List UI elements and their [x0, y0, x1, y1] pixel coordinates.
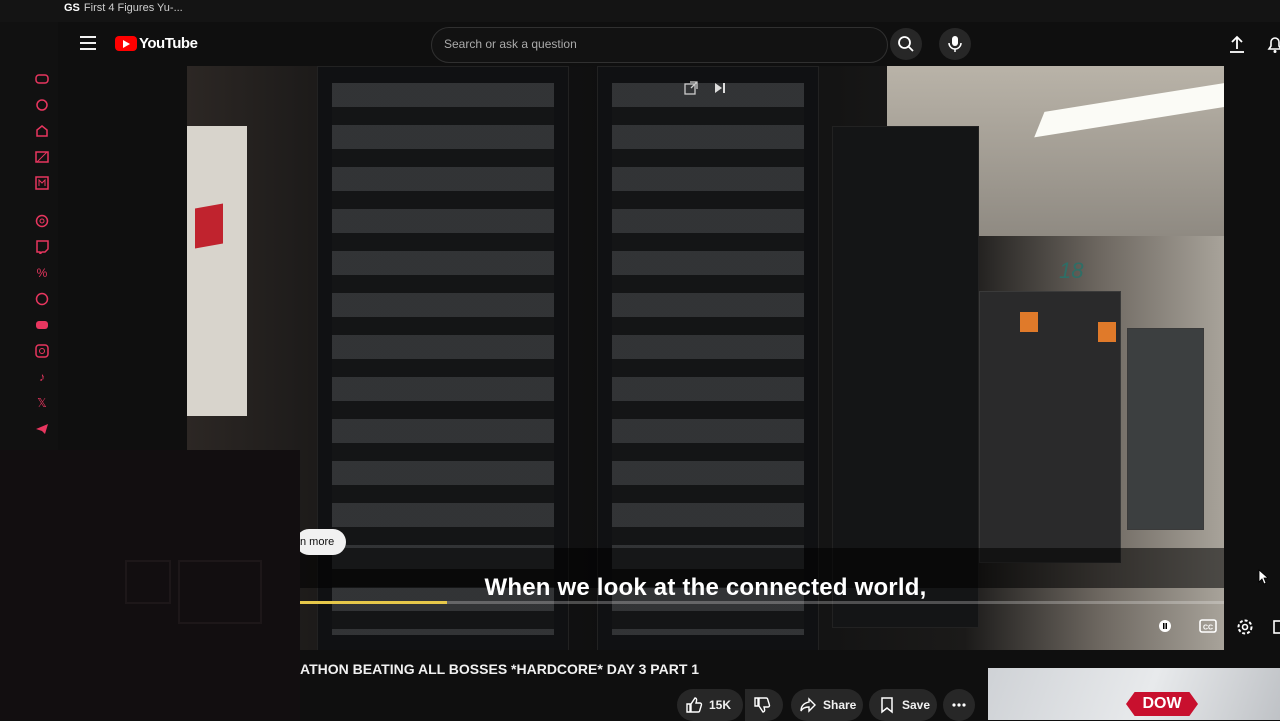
save-button[interactable]: Save: [869, 689, 937, 721]
video-frame-wall-number: 18: [1059, 258, 1084, 283]
more-horizontal-icon: [952, 703, 966, 707]
video-frame-poster: [187, 126, 247, 416]
save-label: Save: [902, 698, 931, 712]
youtube-header: YouTube Search or ask a question: [58, 22, 1280, 66]
caption-text: When we look at the connected world,: [484, 574, 927, 601]
webcam-overlay: [0, 450, 300, 720]
mouse-cursor-icon: [1258, 569, 1268, 585]
skip-next-icon[interactable]: [713, 81, 727, 95]
share-label: Share: [823, 698, 857, 712]
browser-tab-strip: GS First 4 Figures Yu-...: [0, 0, 1280, 22]
tab-favicon: GS: [64, 2, 80, 14]
thumbs-down-icon: [754, 697, 771, 713]
browser-tab[interactable]: GS First 4 Figures Yu-...: [64, 2, 183, 14]
telegram-icon[interactable]: [35, 422, 49, 436]
svg-text:CC: CC: [1203, 625, 1213, 632]
twitch-icon[interactable]: [35, 240, 49, 254]
tiktok-icon[interactable]: ♪: [35, 370, 49, 384]
progress-fill: [300, 601, 447, 604]
extension-sidebar: % ♪ 𝕏: [0, 22, 58, 450]
video-title: ATHON BEATING ALL BOSSES *HARDCORE* DAY …: [300, 661, 700, 677]
like-count: 15K: [709, 698, 732, 712]
learn-more-button[interactable]: n more: [296, 529, 346, 555]
share-icon: [800, 697, 816, 713]
video-player[interactable]: 18 When we look at the connected world, …: [187, 66, 1224, 650]
card-icon[interactable]: [35, 150, 49, 164]
discord-icon[interactable]: [35, 318, 49, 332]
dislike-button[interactable]: [745, 689, 783, 721]
poster-logo: [195, 203, 223, 249]
search-icon: [898, 36, 914, 52]
notifications-bell-icon[interactable]: [1266, 34, 1280, 54]
mail-icon[interactable]: [35, 176, 49, 190]
search-button[interactable]: [890, 28, 922, 60]
bookmark-icon: [881, 697, 893, 714]
miniplayer-button-icon[interactable]: [1272, 617, 1280, 637]
video-frame-cabinet: [979, 291, 1121, 563]
instagram-icon[interactable]: [35, 344, 49, 358]
captions-icon[interactable]: CC: [1198, 616, 1218, 636]
store-icon[interactable]: [35, 124, 49, 138]
progress-bar[interactable]: [300, 601, 1224, 604]
webcam-wall-frame: [125, 560, 171, 604]
openai-icon[interactable]: [35, 214, 49, 228]
video-frame-panel: [1127, 328, 1204, 530]
more-actions-button[interactable]: [943, 689, 975, 721]
gamepad-icon[interactable]: [35, 72, 49, 86]
upload-icon[interactable]: [1228, 34, 1246, 54]
microphone-icon: [948, 36, 962, 52]
share-button[interactable]: Share: [791, 689, 863, 721]
thumbs-up-icon: [686, 697, 703, 713]
tab-title: First 4 Figures Yu-...: [83, 2, 183, 14]
voice-search-button[interactable]: [939, 28, 971, 60]
autoplay-toggle[interactable]: [1155, 616, 1175, 636]
percent-icon[interactable]: %: [35, 266, 49, 280]
search-placeholder: Search or ask a question: [444, 37, 577, 51]
ad-brand-logo: DOW: [1126, 692, 1198, 716]
like-button[interactable]: 15K: [677, 689, 743, 721]
youtube-play-icon: [115, 36, 137, 51]
miniplayer-icon[interactable]: [684, 81, 698, 95]
menu-icon[interactable]: [80, 36, 96, 50]
webcam-wall-frame: [178, 560, 262, 624]
sponsored-ad-banner[interactable]: DOW: [988, 668, 1280, 720]
refresh-icon[interactable]: [35, 98, 49, 112]
search-input[interactable]: Search or ask a question: [431, 27, 888, 63]
x-icon[interactable]: 𝕏: [35, 396, 49, 410]
logo-text: YouTube: [139, 35, 198, 52]
settings-gear-icon[interactable]: [1235, 617, 1255, 637]
whatsapp-icon[interactable]: [35, 292, 49, 306]
youtube-logo[interactable]: YouTube: [115, 35, 198, 52]
